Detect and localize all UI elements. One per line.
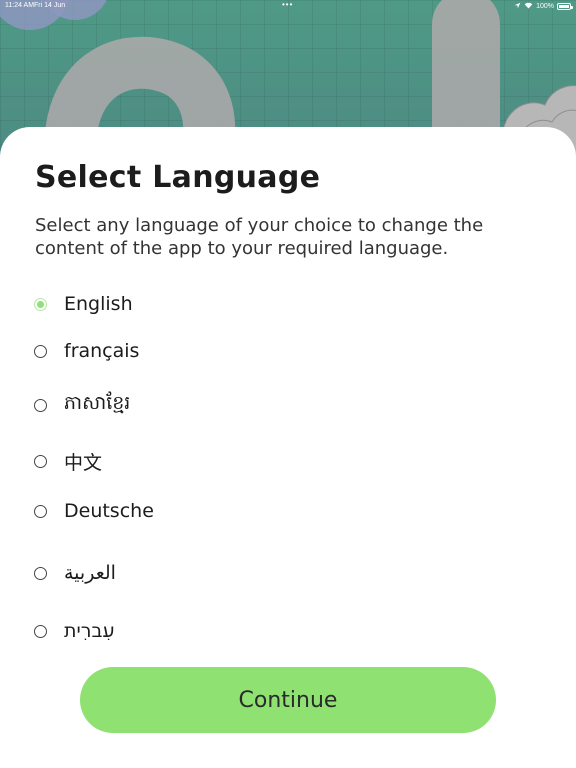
radio-button[interactable] — [34, 566, 47, 580]
language-sheet: Select Language Select any language of y… — [0, 127, 576, 768]
language-label: Deutsche — [64, 500, 154, 522]
radio-button[interactable] — [34, 624, 47, 638]
radio-button[interactable] — [34, 344, 47, 358]
language-label: العربية — [64, 562, 116, 584]
language-label: ភាសាខ្មែរ — [64, 392, 131, 414]
language-label: 中文 — [64, 451, 103, 474]
language-label: עִברִית — [64, 620, 115, 642]
continue-button[interactable]: Continue — [80, 667, 496, 733]
status-date: Fri 14 Jun — [34, 2, 66, 9]
page-title: Select Language — [35, 160, 321, 195]
battery-icon — [557, 3, 573, 10]
radio-button[interactable] — [34, 398, 47, 412]
language-option-arabic[interactable]: العربية — [34, 558, 334, 588]
radio-button[interactable] — [34, 454, 47, 468]
status-bar: 11:24 AM Fri 14 Jun ••• 100% — [0, 0, 576, 12]
multitasking-dots[interactable]: ••• — [282, 0, 293, 9]
radio-button-selected[interactable] — [34, 297, 47, 311]
location-arrow-icon — [514, 2, 521, 11]
language-option-hebrew[interactable]: עִברִית — [34, 616, 334, 646]
language-label: français — [64, 340, 140, 362]
language-option-chinese[interactable]: 中文 — [34, 446, 334, 476]
language-option-english[interactable]: English — [34, 289, 334, 319]
wifi-icon — [524, 2, 533, 11]
status-time: 11:24 AM — [5, 2, 35, 9]
language-label: English — [64, 293, 133, 315]
language-option-french[interactable]: français — [34, 336, 334, 366]
language-option-german[interactable]: Deutsche — [34, 496, 334, 526]
battery-percent: 100% — [536, 3, 554, 10]
radio-button[interactable] — [34, 504, 47, 518]
language-option-khmer[interactable]: ភាសាខ្មែរ — [34, 390, 334, 420]
status-right: 100% — [514, 2, 573, 11]
page-subtitle: Select any language of your choice to ch… — [35, 215, 484, 259]
